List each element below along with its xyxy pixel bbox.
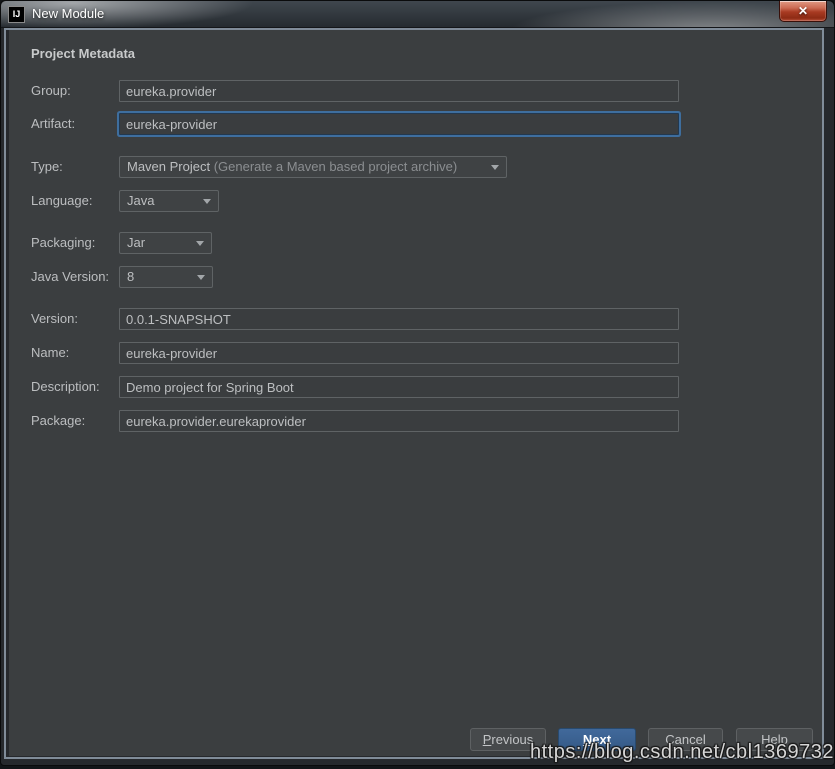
intellij-logo-icon: IJ xyxy=(8,6,25,23)
group-input[interactable] xyxy=(119,80,679,102)
dialog-content: Project Metadata Group: Artifact: Type: … xyxy=(9,30,822,756)
type-select-hint: (Generate a Maven based project archive) xyxy=(214,159,458,174)
packaging-select-value: Jar xyxy=(127,235,145,250)
close-icon: ✕ xyxy=(798,4,808,18)
name-label: Name: xyxy=(31,342,69,364)
section-title: Project Metadata xyxy=(31,46,135,61)
artifact-label: Artifact: xyxy=(31,113,75,135)
version-label: Version: xyxy=(31,308,78,330)
description-input[interactable] xyxy=(119,376,679,398)
type-select[interactable]: Maven Project (Generate a Maven based pr… xyxy=(119,156,507,178)
screen: IJ New Module ✕ Project Metadata Group: … xyxy=(0,0,835,769)
language-label: Language: xyxy=(31,190,92,212)
artifact-input[interactable] xyxy=(119,113,679,135)
language-select[interactable]: Java xyxy=(119,190,219,212)
chevron-down-icon xyxy=(197,275,205,280)
new-module-dialog: IJ New Module ✕ Project Metadata Group: … xyxy=(0,0,835,766)
chevron-down-icon xyxy=(196,241,204,246)
packaging-select[interactable]: Jar xyxy=(119,232,212,254)
type-label: Type: xyxy=(31,156,63,178)
chevron-down-icon xyxy=(491,165,499,170)
java-version-select[interactable]: 8 xyxy=(119,266,213,288)
title-bar[interactable]: IJ New Module ✕ xyxy=(1,1,834,28)
package-label: Package: xyxy=(31,410,85,432)
package-input[interactable] xyxy=(119,410,679,432)
window-title: New Module xyxy=(32,1,104,28)
name-input[interactable] xyxy=(119,342,679,364)
packaging-label: Packaging: xyxy=(31,232,95,254)
intellij-logo-text: IJ xyxy=(13,9,21,19)
previous-button-label: revious xyxy=(491,732,533,747)
type-select-value: Maven Project xyxy=(127,159,214,174)
group-label: Group: xyxy=(31,80,71,102)
version-input[interactable] xyxy=(119,308,679,330)
close-button[interactable]: ✕ xyxy=(779,1,827,22)
chevron-down-icon xyxy=(203,199,211,204)
java-version-label: Java Version: xyxy=(31,266,109,288)
java-version-select-value: 8 xyxy=(127,269,134,284)
language-select-value: Java xyxy=(127,193,154,208)
watermark: https://blog.csdn.net/cbl1369732 xyxy=(530,741,834,764)
description-label: Description: xyxy=(31,376,100,398)
